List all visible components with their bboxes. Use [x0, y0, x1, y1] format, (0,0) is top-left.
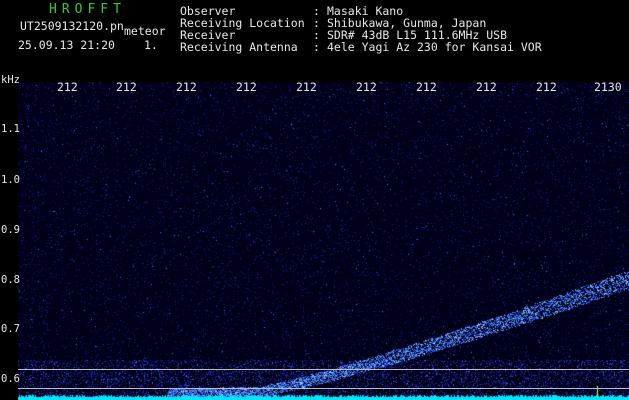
waterfall-canvas [18, 82, 629, 400]
reference-line-upper [18, 369, 629, 370]
freq-tick-label: 0.6 [1, 373, 20, 385]
time-tick-label: 212 [176, 80, 197, 94]
file-count: 1. [144, 38, 158, 52]
time-tick-label: 212 [536, 80, 557, 94]
freq-unit-label: kHz [1, 74, 20, 86]
app-title: HROFFT [49, 2, 126, 17]
file-name: UT2509132120.pn [20, 19, 124, 33]
file-tag: meteor [124, 24, 166, 38]
time-tick-label: 212 [356, 80, 377, 94]
file-date: 25.09.13 21:20 [18, 38, 115, 52]
spectrogram-waterfall [18, 82, 629, 400]
freq-tick-label: 0.9 [1, 224, 20, 236]
info-label: Receiving Antenna [180, 40, 298, 54]
time-tick-label: 212 [57, 80, 78, 94]
reference-line-lower [18, 388, 629, 389]
freq-tick-label: 0.7 [1, 323, 20, 335]
info-value: 4ele Yagi Az 230 for Kansai VOR [327, 40, 542, 54]
time-tick-label: 2130 [594, 80, 622, 94]
time-tick-label: 212 [296, 80, 317, 94]
time-tick-label: 212 [416, 80, 437, 94]
freq-tick-label: 0.8 [1, 274, 20, 286]
time-tick-label: 212 [476, 80, 497, 94]
freq-tick-label: 1.0 [1, 174, 20, 186]
info-separator: : [313, 40, 320, 54]
time-tick-label: 212 [236, 80, 257, 94]
time-tick-label: 212 [116, 80, 137, 94]
freq-tick-label: 1.1 [1, 123, 20, 135]
time-axis: kHz 212 212 212 212 212 212 212 212 212 … [0, 74, 629, 94]
header: HROFFT UT2509132120.pn meteor 25.09.13 2… [0, 0, 629, 74]
info-row-antenna: Receiving Antenna:4ele Yagi Az 230 for K… [180, 41, 542, 53]
